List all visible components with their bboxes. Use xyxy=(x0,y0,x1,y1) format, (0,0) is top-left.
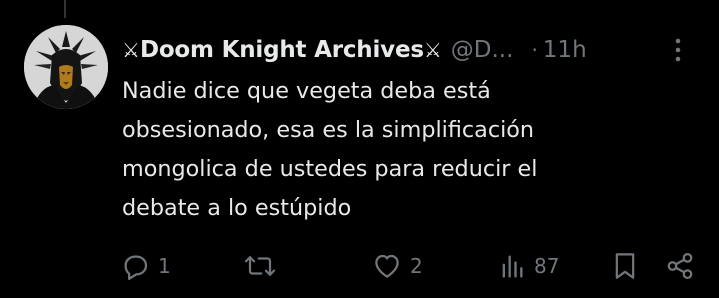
reply-button[interactable]: 1 xyxy=(120,248,171,284)
action-bar: 1 2 87 xyxy=(0,248,719,284)
timestamp[interactable]: 11h xyxy=(543,37,587,63)
author-display-name[interactable]: Doom Knight Archives xyxy=(140,37,424,63)
like-count: 2 xyxy=(410,254,423,278)
views-chart-icon xyxy=(498,251,526,281)
share-button[interactable] xyxy=(665,248,695,284)
author-handle[interactable]: @D... xyxy=(451,37,514,63)
tweet-text: Nadie dice que vegeta deba está obsesion… xyxy=(122,78,538,221)
dark-knight-helmet-icon xyxy=(24,25,108,109)
crossed-swords-icon: ⚔ xyxy=(122,38,140,62)
tweet-header: ⚔ Doom Knight Archives ⚔ @D... · 11h xyxy=(122,32,697,68)
reply-count: 1 xyxy=(158,254,171,278)
retweet-button[interactable] xyxy=(243,248,285,284)
separator-dot: · xyxy=(531,38,538,62)
bookmark-button[interactable] xyxy=(611,248,639,284)
bookmark-icon xyxy=(611,250,639,282)
view-count: 87 xyxy=(534,254,560,278)
crossed-swords-icon: ⚔ xyxy=(423,38,442,62)
more-vertical-icon[interactable] xyxy=(668,35,688,65)
retweet-icon xyxy=(243,251,277,281)
views-button[interactable]: 87 xyxy=(498,248,559,284)
share-icon xyxy=(665,251,695,281)
heart-icon xyxy=(372,251,402,281)
reply-icon xyxy=(120,251,150,281)
like-button[interactable]: 2 xyxy=(372,248,423,284)
avatar[interactable] xyxy=(24,25,108,109)
thread-connector-line xyxy=(64,0,66,18)
